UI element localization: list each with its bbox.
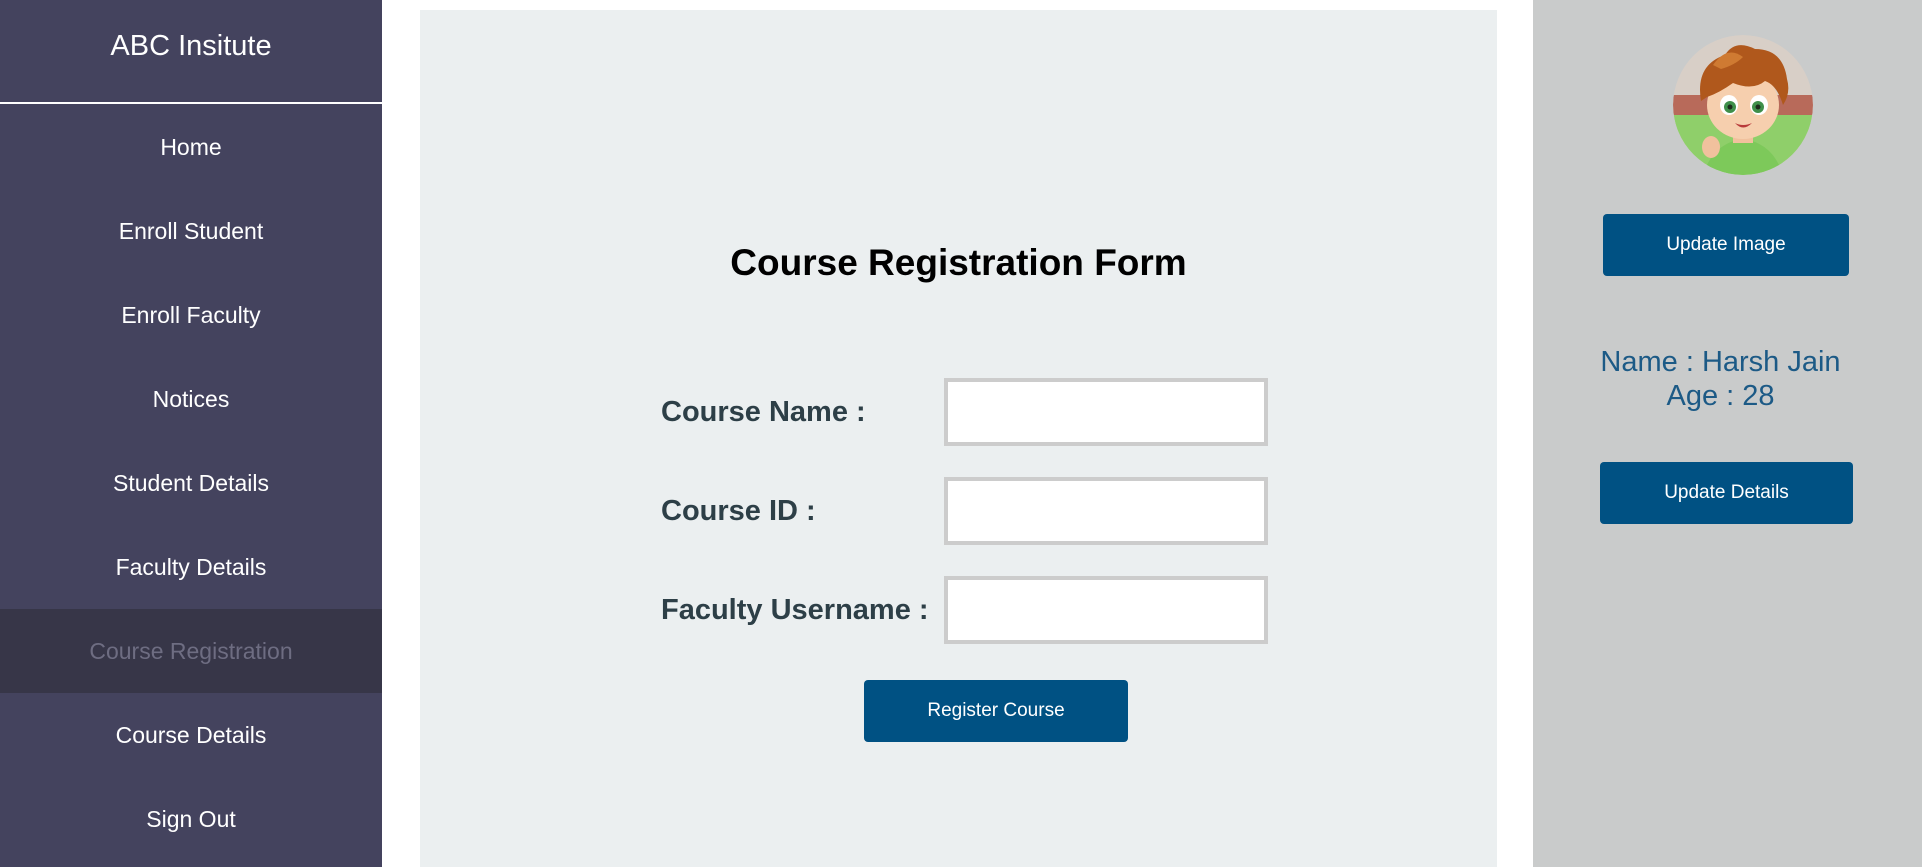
cartoon-boy-avatar-icon: [1673, 35, 1813, 175]
profile-info: Name : Harsh Jain Age : 28: [1533, 345, 1908, 413]
course-name-input[interactable]: [944, 378, 1268, 446]
sidebar-item-course-registration[interactable]: Course Registration: [0, 609, 382, 693]
sidebar-item-enroll-student[interactable]: Enroll Student: [0, 189, 382, 273]
profile-age: Age : 28: [1666, 380, 1775, 412]
course-name-label: Course Name :: [661, 395, 866, 428]
course-registration-panel: Course Registration Form Course Name : C…: [420, 10, 1497, 867]
course-id-row: Course ID :: [661, 477, 1268, 545]
brand-header: ABC Insitute: [0, 0, 382, 104]
sidebar-item-student-details[interactable]: Student Details: [0, 441, 382, 525]
sidebar-item-course-details[interactable]: Course Details: [0, 693, 382, 777]
profile-name: Name : Harsh Jain: [1600, 346, 1841, 378]
sidebar: ABC Insitute Home Enroll Student Enroll …: [0, 0, 382, 867]
page-title: Course Registration Form: [730, 242, 1187, 283]
faculty-username-input[interactable]: [944, 576, 1268, 644]
course-id-input[interactable]: [944, 477, 1268, 545]
sidebar-item-enroll-faculty[interactable]: Enroll Faculty: [0, 273, 382, 357]
course-name-row: Course Name :: [661, 378, 1268, 446]
course-id-label: Course ID :: [661, 494, 816, 527]
profile-panel: Update Image Name : Harsh Jain Age : 28 …: [1533, 0, 1922, 867]
sidebar-item-faculty-details[interactable]: Faculty Details: [0, 525, 382, 609]
register-course-button[interactable]: Register Course: [864, 680, 1128, 742]
sidebar-item-home[interactable]: Home: [0, 105, 382, 189]
sidebar-nav: Home Enroll Student Enroll Faculty Notic…: [0, 104, 382, 861]
brand-title: ABC Insitute: [110, 29, 272, 62]
main-content: Course Registration Form Course Name : C…: [382, 0, 1533, 867]
sidebar-item-sign-out[interactable]: Sign Out: [0, 777, 382, 861]
update-image-button[interactable]: Update Image: [1603, 214, 1849, 276]
avatar: [1673, 35, 1813, 175]
update-details-button[interactable]: Update Details: [1600, 462, 1853, 524]
faculty-username-row: Faculty Username :: [661, 576, 1268, 644]
faculty-username-label: Faculty Username :: [661, 593, 929, 626]
sidebar-item-notices[interactable]: Notices: [0, 357, 382, 441]
